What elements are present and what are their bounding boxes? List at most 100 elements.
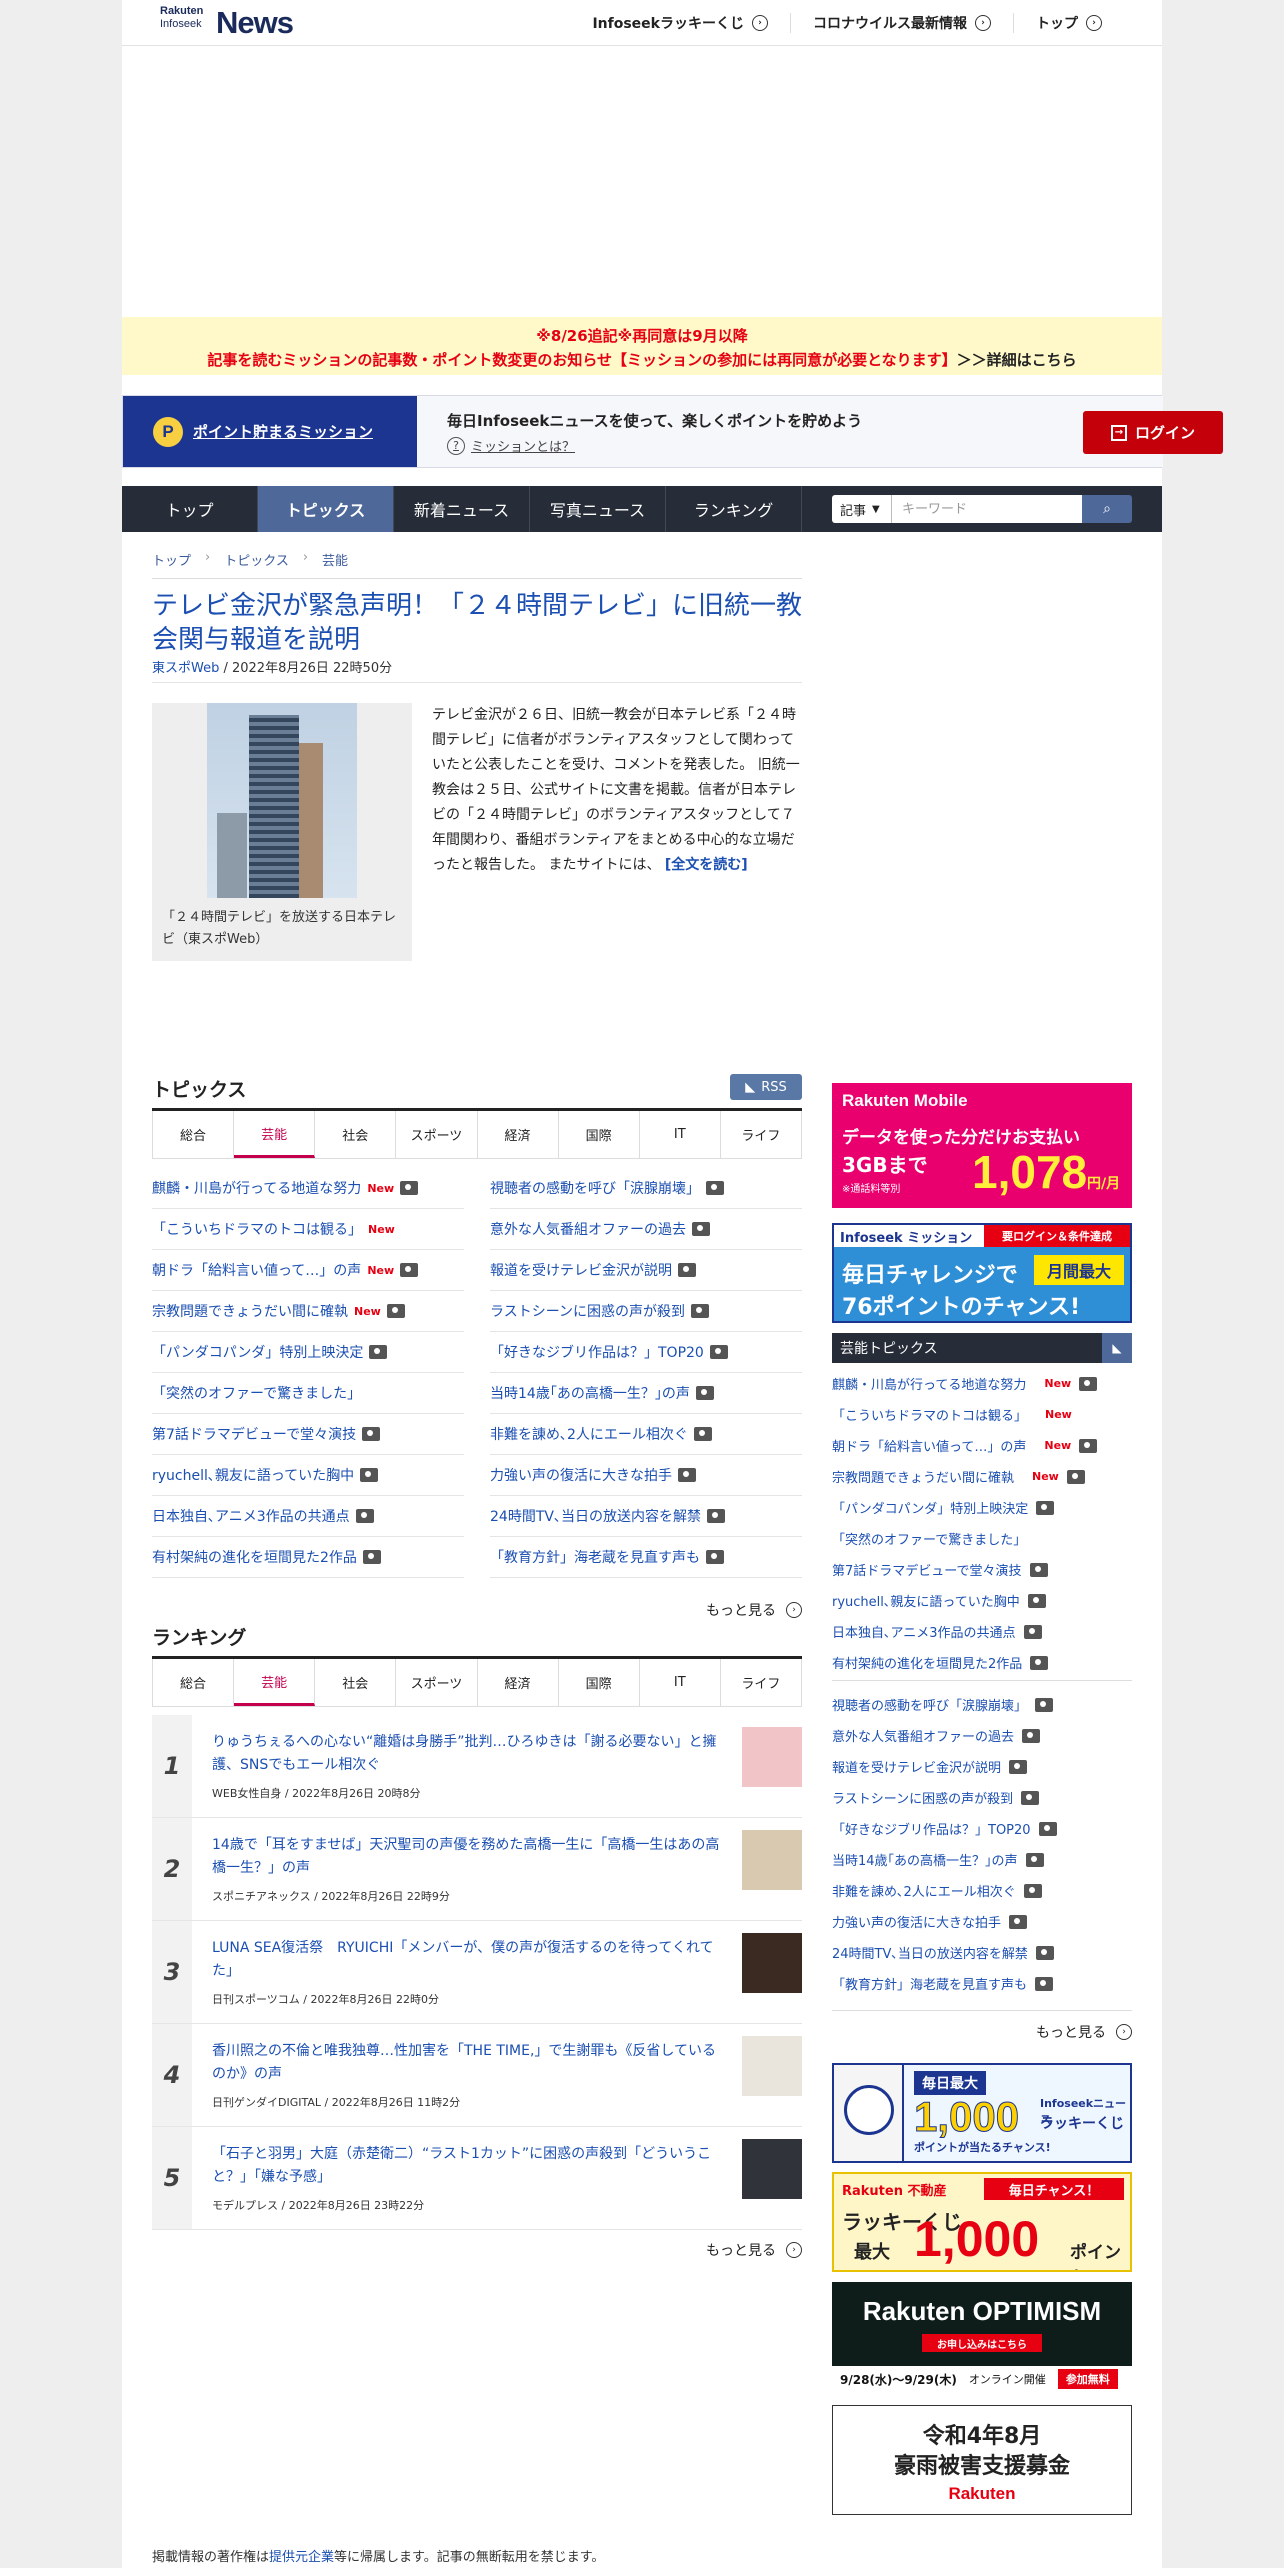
sidebar-topic-item[interactable]: 「突然のオファーで驚きました」 — [832, 1523, 1132, 1554]
topic-item[interactable]: 「こういちドラマのトコは観る」 New — [152, 1209, 464, 1250]
tab-entertainment[interactable]: 芸能 — [234, 1111, 316, 1158]
rss-button[interactable]: ◣ RSS — [730, 1074, 802, 1100]
nav-tab-photo[interactable]: 写真ニュース — [530, 486, 666, 532]
tab-sports[interactable]: スポーツ — [396, 1111, 478, 1158]
rank-tab-sports[interactable]: スポーツ — [396, 1659, 478, 1706]
topic-item[interactable]: 非難を諌め､2人にエール相次ぐ — [490, 1414, 802, 1455]
rank-thumbnail[interactable] — [742, 1933, 802, 1993]
sidebar-topic-item[interactable]: 当時14歳｢あの高橋一生？｣の声 — [832, 1844, 1132, 1875]
rank-title[interactable]: 14歳で「耳をすませば」天沢聖司の声優を務めた高橋一生に「高橋一生はあの高橋一生… — [212, 1834, 727, 1880]
sidebar-topic-item[interactable]: 力強い声の復活に大きな拍手 — [832, 1906, 1132, 1937]
rank-thumbnail[interactable] — [742, 2139, 802, 2199]
sidebar-topic-item[interactable]: 視聴者の感動を呼び「涙腺崩壊」 — [832, 1689, 1132, 1720]
topic-item[interactable]: 朝ドラ「給料言い値って…」の声 New — [152, 1250, 464, 1291]
rank-title[interactable]: 「石子と羽男」大庭（赤楚衛二）“ラスト1カット”に困惑の声殺到「どういうこと？」… — [212, 2143, 727, 2189]
sidebar-more-link[interactable]: もっと見る › — [1036, 2022, 1132, 2042]
sidebar-topic-item[interactable]: 非難を諌め､2人にエール相次ぐ — [832, 1875, 1132, 1906]
ad-lucky-kuji[interactable]: 毎日最大 1,000 ポイントが当たるチャンス! Infoseekニュース ラッ… — [832, 2063, 1132, 2163]
ad-rakuten-optimism[interactable]: Rakuten OPTIMISM お申し込みはこちら 9/28(水)〜9/29(… — [832, 2282, 1132, 2392]
sidebar-topic-item[interactable]: 24時間TV､当日の放送内容を解禁 — [832, 1937, 1132, 1968]
topic-item[interactable]: 意外な人気番組オファーの過去 — [490, 1209, 802, 1250]
nav-tab-top[interactable]: トップ — [122, 486, 258, 532]
sidebar-topic-item[interactable]: 「好きなジブリ作品は？」TOP20 — [832, 1813, 1132, 1844]
mission-link[interactable]: P ポイント貯まるミッション — [123, 396, 417, 467]
mission-help-link[interactable]: ? ミッションとは？ — [447, 436, 575, 455]
topic-item[interactable]: 力強い声の復活に大きな拍手 — [490, 1455, 802, 1496]
sidebar-topic-item[interactable]: 朝ドラ「給料言い値って…」の声 New — [832, 1430, 1132, 1461]
provider-link[interactable]: 提供元企業 — [269, 2550, 334, 2565]
breadcrumb-top[interactable]: トップ — [152, 550, 191, 569]
ad-rakuten-fudosan[interactable]: Rakuten 不動産 毎日チャンス！ ラッキーくじ 最大 1,000 ポイント — [832, 2172, 1132, 2272]
search-category-select[interactable]: 記事 ▼ — [832, 495, 892, 523]
rank-title[interactable]: 香川照之の不倫と唯我独尊…性加害を「THE TIME,」で生謝罪も《反省している… — [212, 2040, 727, 2086]
topic-item[interactable]: ryuchell､親友に語っていた胸中 — [152, 1455, 464, 1496]
article-source-link[interactable]: 東スポWeb — [152, 661, 219, 676]
topic-item[interactable]: 24時間TV､当日の放送内容を解禁 — [490, 1496, 802, 1537]
ranking-item[interactable]: 5 「石子と羽男」大庭（赤楚衛二）“ラスト1カット”に困惑の声殺到「どういうこと？… — [152, 2127, 802, 2230]
rank-tab-society[interactable]: 社会 — [315, 1659, 397, 1706]
sidebar-topic-item[interactable]: 意外な人気番組オファーの過去 — [832, 1720, 1132, 1751]
rank-tab-life[interactable]: ライフ — [721, 1659, 801, 1706]
topic-item[interactable]: 「突然のオファーで驚きました」 — [152, 1373, 464, 1414]
header-link-lucky[interactable]: Infoseekラッキーくじ › — [570, 13, 790, 33]
rank-tab-general[interactable]: 総合 — [153, 1659, 235, 1706]
topic-item[interactable]: 視聴者の感動を呼び「涙腺崩壊」 — [490, 1168, 802, 1209]
tab-it[interactable]: IT — [640, 1111, 721, 1158]
header-link-corona[interactable]: コロナウイルス最新情報 › — [790, 13, 1013, 33]
topics-more-link[interactable]: もっと見る › — [706, 1600, 802, 1620]
sidebar-topic-item[interactable]: 「教育方針」海老蔵を見直す声も — [832, 1968, 1132, 1999]
ranking-item[interactable]: 4 香川照之の不倫と唯我独尊…性加害を「THE TIME,」で生謝罪も《反省してい… — [152, 2024, 802, 2127]
rank-title[interactable]: りゅうちぇるへの心ない“離婚は身勝手”批判…ひろゆきは「謝る必要ない」と擁護、S… — [212, 1731, 727, 1777]
topic-item[interactable]: 宗教問題できょうだい間に確執 New — [152, 1291, 464, 1332]
topic-item[interactable]: 報道を受けテレビ金沢が説明 — [490, 1250, 802, 1291]
breadcrumb-entertainment[interactable]: 芸能 — [322, 550, 348, 569]
sidebar-topic-item[interactable]: ラストシーンに困惑の声が殺到 — [832, 1782, 1132, 1813]
topic-item[interactable]: 第7話ドラマデビューで堂々演技 — [152, 1414, 464, 1455]
tab-general[interactable]: 総合 — [153, 1111, 235, 1158]
search-button[interactable]: ⌕ — [1082, 495, 1132, 523]
notice-banner[interactable]: ※8/26追記※再同意は9月以降 記事を読むミッションの記事数・ポイント数変更の… — [122, 317, 1162, 375]
article-photo[interactable] — [207, 703, 357, 898]
tab-international[interactable]: 国際 — [559, 1111, 640, 1158]
topic-item[interactable]: 「パンダコパンダ」特別上映決定 — [152, 1332, 464, 1373]
rank-tab-international[interactable]: 国際 — [559, 1659, 640, 1706]
ranking-item[interactable]: 1 りゅうちぇるへの心ない“離婚は身勝手”批判…ひろゆきは「謝る必要ない」と擁護、… — [152, 1715, 802, 1818]
notice-detail-link[interactable]: ＞＞詳細はこちら — [957, 351, 1077, 369]
rank-thumbnail[interactable] — [742, 1830, 802, 1890]
ad-donation[interactable]: 令和4年8月 豪雨被害支援募金 Rakuten — [832, 2405, 1132, 2515]
sidebar-topic-item[interactable]: 日本独自､アニメ3作品の共通点 — [832, 1616, 1132, 1647]
rank-tab-it[interactable]: IT — [640, 1659, 721, 1706]
topic-item[interactable]: 「教育方針」海老蔵を見直す声も — [490, 1537, 802, 1578]
ranking-item[interactable]: 2 14歳で「耳をすませば」天沢聖司の声優を務めた高橋一生に「高橋一生はあの高橋一… — [152, 1818, 802, 1921]
sidebar-topic-item[interactable]: 第7話ドラマデビューで堂々演技 — [832, 1554, 1132, 1585]
topic-item[interactable]: 日本独自､アニメ3作品の共通点 — [152, 1496, 464, 1537]
rank-thumbnail[interactable] — [742, 2036, 802, 2096]
header-link-top[interactable]: トップ › — [1013, 13, 1124, 33]
ranking-item[interactable]: 3 LUNA SEA復活祭 RYUICHI「メンバーが、僕の声が復活するのを待って… — [152, 1921, 802, 2024]
rank-tab-economy[interactable]: 経済 — [478, 1659, 559, 1706]
sidebar-topic-item[interactable]: 有村架純の進化を垣間見た2作品 — [832, 1647, 1132, 1678]
rank-thumbnail[interactable] — [742, 1727, 802, 1787]
topic-item[interactable]: ラストシーンに困惑の声が殺到 — [490, 1291, 802, 1332]
ad-rakuten-mobile[interactable]: Rakuten Mobile データを使った分だけお支払い 3GBまで ※通話料… — [832, 1083, 1132, 1208]
nav-tab-latest[interactable]: 新着ニュース — [394, 486, 530, 532]
topic-item[interactable]: 麒麟・川島が行ってる地道な努力 New — [152, 1168, 464, 1209]
rank-title[interactable]: LUNA SEA復活祭 RYUICHI「メンバーが、僕の声が復活するのを待ってく… — [212, 1937, 727, 1983]
ranking-more-link[interactable]: もっと見る › — [706, 2240, 802, 2260]
site-logo[interactable]: Rakuten Infoseek News — [160, 5, 300, 41]
topic-item[interactable]: 当時14歳｢あの高橋一生？｣の声 — [490, 1373, 802, 1414]
tab-life[interactable]: ライフ — [721, 1111, 801, 1158]
breadcrumb-topics[interactable]: トピックス — [224, 550, 289, 569]
sidebar-topic-item[interactable]: 報道を受けテレビ金沢が説明 — [832, 1751, 1132, 1782]
rank-tab-entertainment[interactable]: 芸能 — [234, 1659, 316, 1706]
login-button[interactable]: → ログイン — [1083, 411, 1223, 454]
topic-item[interactable]: 有村架純の進化を垣間見た2作品 — [152, 1537, 464, 1578]
topic-item[interactable]: 「好きなジブリ作品は？」TOP20 — [490, 1332, 802, 1373]
sidebar-topic-item[interactable]: 「パンダコパンダ」特別上映決定 — [832, 1492, 1132, 1523]
nav-tab-topics[interactable]: トピックス — [258, 486, 394, 532]
nav-tab-ranking[interactable]: ランキング — [666, 486, 802, 532]
read-more-link[interactable]: [全文を読む] — [665, 857, 748, 873]
rss-icon[interactable]: ◣ — [1102, 1333, 1132, 1363]
tab-society[interactable]: 社会 — [315, 1111, 397, 1158]
sidebar-topic-item[interactable]: 「こういちドラマのトコは観る」 New — [832, 1399, 1132, 1430]
